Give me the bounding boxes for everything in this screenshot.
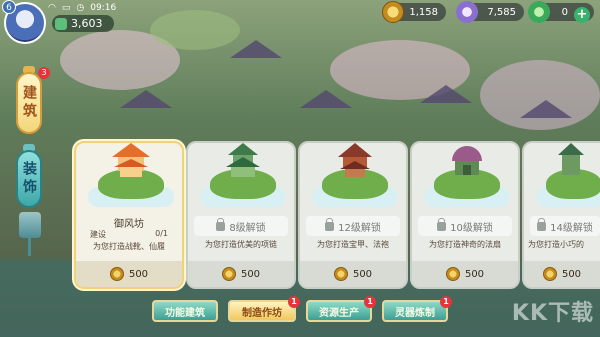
building-name: 御风坊: [114, 219, 144, 230]
lantern-icon: [19, 212, 41, 238]
forge-icon: [338, 143, 372, 177]
tab-label: 灵器炼制: [395, 307, 435, 319]
tab-badge: 1: [364, 296, 376, 308]
tassel: [28, 238, 31, 256]
tab-badge: 1: [440, 296, 452, 308]
building-card-locked-lv8[interactable]: 8级解锁 为您打造优美的项链 500: [186, 141, 296, 289]
gem-icon: [456, 1, 478, 23]
jade-counter: 3,603: [52, 15, 114, 32]
pavilion-icon: [112, 143, 150, 177]
price-value: 500: [561, 268, 582, 280]
lock-text: 12级解锁: [338, 222, 381, 234]
time-text: 09:16: [90, 3, 117, 13]
lock-requirement: 14级解锁: [530, 216, 600, 236]
building-card-locked-lv12[interactable]: 12级解锁 为您打造宝甲、法袍 500: [298, 141, 408, 289]
tab-label: 资源生产: [319, 307, 359, 319]
tab-artifact-refining[interactable]: 灵器炼制 1: [382, 296, 452, 322]
watermark-logo: KK下载: [511, 301, 594, 326]
coin-icon: [333, 267, 348, 281]
building-description: 为您打造神奇的法扇: [429, 240, 501, 249]
fan-workshop-icon: [452, 146, 482, 175]
building-description: 为您打造宝甲、法袍: [317, 240, 389, 249]
price-value: 500: [464, 268, 485, 280]
coin-counter: 1,158: [382, 1, 446, 23]
clock-icon: ◷: [76, 3, 85, 13]
coin-value: 1,158: [409, 6, 438, 18]
lock-requirement: 12级解锁: [306, 216, 400, 236]
building-card-locked-lv14[interactable]: 14级解锁 为您打造小巧的 500: [522, 141, 600, 289]
add-token-button[interactable]: +: [574, 7, 590, 23]
battery-icon: ▭: [61, 3, 71, 13]
jade-value: 3,603: [71, 17, 103, 30]
building-card-yufengfang[interactable]: 御风坊 建设 0/1 为您打造战靴、仙履 500: [74, 141, 184, 289]
coin-icon: [382, 1, 404, 23]
gem-counter: 7,585: [456, 1, 524, 23]
token-value: 0: [561, 6, 568, 18]
build-price-button[interactable]: 500: [524, 261, 600, 287]
building-description: 为您打造小巧的: [528, 240, 584, 249]
jade-token-icon: [528, 1, 550, 23]
build-price-button[interactable]: 500: [188, 261, 294, 287]
coin-icon: [221, 267, 236, 281]
build-status-label: 建设: [90, 230, 106, 239]
wifi-icon: ◠: [48, 3, 56, 13]
build-price-button[interactable]: 500: [300, 261, 406, 287]
pagoda-icon: [226, 143, 260, 177]
build-price-button[interactable]: 500: [76, 261, 182, 287]
build-status-row: 建设 0/1: [90, 229, 168, 240]
tab-resource-production[interactable]: 资源生产 1: [306, 296, 376, 322]
lock-text: 8级解锁: [229, 222, 266, 234]
coin-icon: [445, 267, 460, 281]
build-count: 0/1: [155, 229, 168, 238]
coin-icon: [542, 267, 557, 281]
price-value: 500: [240, 268, 261, 280]
tab-decoration-label: 装饰: [21, 161, 37, 197]
jade-icon: [55, 17, 67, 30]
tab-build[interactable]: 建筑: [16, 72, 42, 134]
price-value: 500: [128, 268, 149, 280]
coin-icon: [109, 267, 124, 281]
tower-icon: [558, 143, 584, 175]
lock-icon: [437, 217, 447, 231]
tab-functional-buildings[interactable]: 功能建筑: [152, 300, 218, 322]
lock-text: 10级解锁: [450, 222, 493, 234]
lock-icon: [216, 217, 226, 231]
tab-build-label: 建筑: [21, 85, 37, 121]
player-level-badge: 6: [2, 0, 16, 14]
lock-requirement: 10级解锁: [418, 216, 512, 236]
tab-decoration[interactable]: 装饰: [16, 150, 42, 208]
lock-icon: [537, 217, 547, 231]
tab-label: 制造作坊: [242, 307, 282, 319]
building-description: 为您打造战靴、仙履: [93, 242, 165, 251]
gem-value: 7,585: [487, 6, 516, 18]
lock-icon: [325, 217, 335, 231]
lock-requirement: 8级解锁: [194, 216, 288, 236]
device-status: ◠ ▭ ◷ 09:16: [48, 3, 116, 13]
tab-badge: 1: [288, 296, 300, 308]
price-value: 500: [352, 268, 373, 280]
token-counter: 0 +: [528, 1, 594, 23]
tab-build-badge: 3: [38, 67, 50, 79]
tab-workshops[interactable]: 制造作坊 1: [228, 296, 300, 322]
build-price-button[interactable]: 500: [412, 261, 518, 287]
tab-label: 功能建筑: [165, 307, 205, 319]
building-description: 为您打造优美的项链: [205, 240, 277, 249]
lock-text: 14级解锁: [550, 222, 593, 234]
building-card-locked-lv10[interactable]: 10级解锁 为您打造神奇的法扇 500: [410, 141, 520, 289]
